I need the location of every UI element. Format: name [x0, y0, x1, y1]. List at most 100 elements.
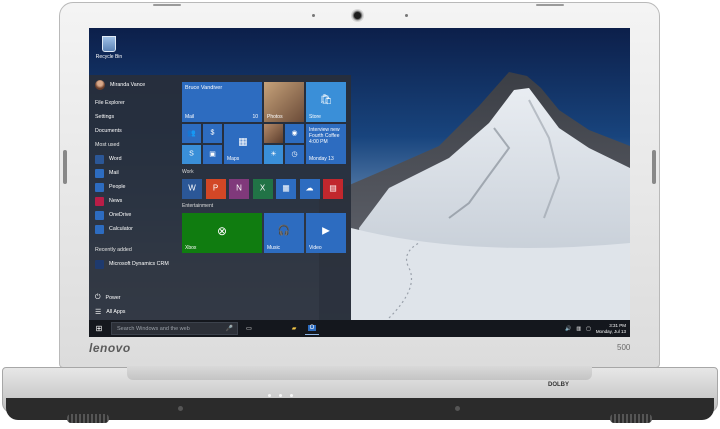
sun-icon: ☀	[270, 150, 277, 158]
tile-skype-small[interactable]: S	[182, 145, 201, 164]
tile-label: Maps	[227, 156, 240, 162]
tile-photos[interactable]: Photos	[264, 82, 304, 122]
tile-maps[interactable]: ▦ Maps	[224, 124, 262, 164]
notification-icon[interactable]: ▢	[586, 326, 591, 332]
taskbar-search-box[interactable]: Search Windows and the web 🎤	[111, 322, 238, 335]
mail-icon	[95, 168, 104, 178]
windows-start-button[interactable]: ⊞	[92, 322, 106, 335]
tile-people-small[interactable]: 👥	[182, 124, 201, 143]
lid-hinge-mark	[153, 4, 181, 6]
network-icon[interactable]: ▥	[576, 326, 581, 332]
volume-icon[interactable]: 🔊	[565, 326, 571, 332]
start-item-label: Settings	[95, 114, 115, 120]
tile-excel[interactable]: X	[252, 179, 273, 199]
start-item-file-explorer[interactable]: File Explorer	[95, 97, 125, 109]
onenote-icon: N	[236, 183, 242, 193]
headphones-icon: 🎧	[277, 225, 291, 237]
folder-icon: ▰	[291, 326, 297, 332]
taskbar-clock[interactable]: 3:31 PM Monday, Jul 13	[596, 323, 626, 335]
system-tray: 🔊 ▥ ▢ 3:31 PM Monday, Jul 13	[565, 322, 626, 335]
model-number: 500	[617, 343, 631, 352]
tile-news[interactable]: ▤	[323, 179, 343, 199]
tile-money-small[interactable]: $	[203, 124, 222, 143]
most-used-item-news[interactable]: News	[95, 195, 122, 207]
tile-onedrive[interactable]: ☁	[299, 179, 320, 199]
map-icon: ▦	[238, 136, 248, 148]
most-used-item-onedrive[interactable]: OneDrive	[95, 209, 131, 221]
recycle-bin-graphic	[102, 36, 116, 52]
mail-count: 10	[252, 114, 258, 120]
word-icon	[95, 154, 104, 164]
tile-label: Mail	[185, 114, 195, 120]
laptop-base-hinge	[127, 366, 592, 380]
start-item-documents[interactable]: Documents	[95, 125, 122, 137]
tile-weather-small[interactable]: ☀	[264, 145, 283, 164]
start-menu-left-column: Miranda Vance File Explorer Settings Doc…	[89, 75, 177, 320]
most-used-label: OneDrive	[109, 212, 132, 218]
camera-icon: ◉	[291, 129, 298, 137]
tile-store-small[interactable]: ▣	[203, 145, 222, 164]
user-account[interactable]: Miranda Vance	[95, 79, 145, 91]
recent-item-dynamics-crm[interactable]: Microsoft Dynamics CRM	[95, 258, 169, 270]
speaker-grille	[610, 414, 652, 423]
tile-alarms-small[interactable]: ◷	[285, 145, 304, 164]
tile-people-photo[interactable]	[264, 124, 283, 143]
news-icon: ▤	[329, 183, 337, 193]
task-view-icon: ▭	[246, 326, 252, 332]
tile-calendar[interactable]: Interview new Fourth Coffee 4:00 PM Mond…	[306, 124, 346, 164]
user-name: Miranda Vance	[110, 82, 146, 88]
onedrive-icon: ☁	[305, 183, 314, 193]
foot-dot	[455, 406, 460, 411]
tile-label: Store	[309, 114, 321, 120]
power-label: Power	[105, 295, 121, 301]
calendar-event: Interview new Fourth Coffee 4:00 PM	[309, 127, 340, 145]
mail-sender: Bruce Vandiver	[185, 85, 223, 91]
tile-calculator[interactable]: ▦	[276, 179, 296, 199]
most-used-label: Calculator	[109, 226, 133, 232]
most-used-item-calculator[interactable]: Calculator	[95, 223, 133, 235]
store-icon: 🛍	[319, 94, 333, 106]
windows-logo-icon: ⊞	[95, 324, 103, 333]
calculator-icon	[95, 224, 104, 234]
lid-hinge-mark	[536, 4, 564, 6]
speaker-grille	[67, 414, 109, 423]
dolby-badge: DOLBY	[548, 382, 569, 388]
onedrive-icon	[95, 210, 104, 220]
foot-dot	[178, 406, 183, 411]
dollar-icon: $	[210, 129, 215, 137]
clock-icon: ◷	[291, 150, 298, 158]
tile-video[interactable]: ▶ Video	[306, 213, 346, 253]
dynamics-crm-icon	[95, 259, 104, 269]
all-apps-button[interactable]: ☰ All Apps	[95, 306, 125, 318]
start-item-label: File Explorer	[95, 100, 125, 106]
mic-dot	[405, 14, 408, 17]
recycle-bin-icon[interactable]: Recycle Bin	[92, 36, 126, 60]
group-label-work: Work	[182, 169, 194, 175]
most-used-item-people[interactable]: People	[95, 181, 126, 193]
outlook-taskbar-button[interactable]: O	[305, 322, 319, 335]
most-used-label: Word	[109, 156, 122, 162]
tile-label: Photos	[267, 114, 283, 120]
tile-camera-small[interactable]: ◉	[285, 124, 304, 143]
tile-store[interactable]: 🛍 Store	[306, 82, 346, 122]
status-led	[279, 394, 282, 397]
tile-label: Xbox	[185, 245, 197, 251]
task-view-button[interactable]: ▭	[242, 322, 256, 335]
excel-icon: X	[259, 183, 266, 193]
most-used-item-word[interactable]: Word	[95, 153, 122, 165]
tile-mail[interactable]: Bruce Vandiver Mail 10	[182, 82, 262, 122]
avatar	[95, 80, 105, 90]
all-apps-icon: ☰	[95, 309, 102, 316]
taskbar: ⊞ Search Windows and the web 🎤 ▭ ▰ O 🔊 ▥…	[89, 320, 630, 337]
file-explorer-taskbar-button[interactable]: ▰	[287, 322, 301, 335]
tile-powerpoint[interactable]: P	[205, 179, 226, 199]
power-button[interactable]: ⏻ Power	[95, 292, 121, 304]
most-used-item-mail[interactable]: Mail	[95, 167, 119, 179]
tile-onenote[interactable]: N	[229, 179, 249, 199]
tile-word[interactable]: W	[182, 179, 202, 199]
tile-xbox[interactable]: ⊗ Xbox	[182, 213, 262, 253]
status-led	[290, 394, 293, 397]
start-item-settings[interactable]: Settings	[95, 111, 114, 123]
tile-music[interactable]: 🎧 Music	[264, 213, 304, 253]
tile-label: Video	[309, 245, 322, 251]
